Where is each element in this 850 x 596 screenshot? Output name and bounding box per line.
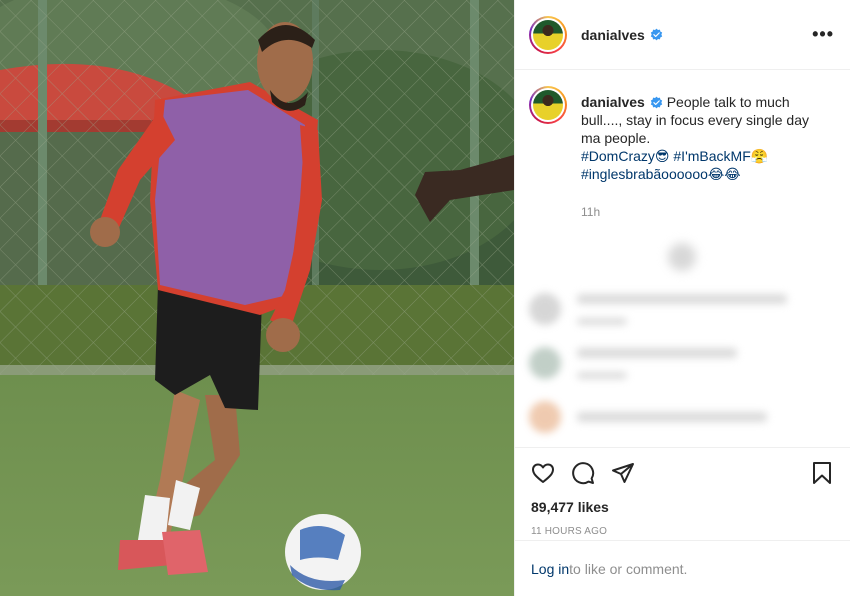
- post-image: [0, 0, 514, 596]
- header-username[interactable]: danialves: [581, 27, 645, 43]
- instagram-post: danialves ••• danialves People talk to m…: [0, 0, 850, 596]
- login-prompt: Log in to like or comment.: [515, 540, 850, 596]
- avatar-image: [533, 19, 563, 50]
- post-sidebar: danialves ••• danialves People talk to m…: [514, 0, 850, 596]
- caption-username[interactable]: danialves: [581, 94, 645, 110]
- caption-avatar[interactable]: [529, 86, 567, 124]
- share-icon[interactable]: [611, 461, 635, 485]
- hashtag-imbackmf[interactable]: #I'mBackMF😤: [673, 148, 768, 164]
- comment-icon[interactable]: [571, 461, 595, 485]
- header-avatar[interactable]: [529, 15, 567, 54]
- comments-area: danialves People talk to much bull...., …: [515, 70, 850, 447]
- caption-text: danialves People talk to much bull...., …: [581, 93, 826, 183]
- verified-badge-icon: [650, 96, 663, 109]
- verified-badge-icon: [650, 28, 663, 41]
- action-icons: [515, 448, 850, 486]
- blurred-comment: [529, 401, 834, 433]
- hashtag-domcrazy[interactable]: #DomCrazy😎: [581, 148, 670, 164]
- post-photo[interactable]: [0, 0, 514, 596]
- login-link[interactable]: Log in: [531, 561, 569, 577]
- loading-spinner: [667, 243, 696, 271]
- blurred-comment: [529, 347, 834, 379]
- bookmark-icon[interactable]: [810, 461, 834, 485]
- post-time-ago: 11 HOURS AGO: [531, 526, 608, 537]
- hashtag-inglesbrabao[interactable]: #inglesbrabãoooooo😂😂: [581, 166, 741, 182]
- caption-timestamp: 11h: [581, 205, 601, 219]
- likes-count[interactable]: 89,477 likes: [515, 486, 850, 515]
- post-header: danialves •••: [515, 0, 850, 70]
- post-actions: 89,477 likes 11 HOURS AGO Log in to like…: [515, 447, 850, 596]
- heart-icon[interactable]: [531, 461, 555, 485]
- caption: danialves People talk to much bull...., …: [529, 86, 834, 183]
- more-options-icon[interactable]: •••: [812, 24, 834, 45]
- login-suffix: to like or comment.: [569, 560, 688, 577]
- blurred-comment: [529, 293, 834, 325]
